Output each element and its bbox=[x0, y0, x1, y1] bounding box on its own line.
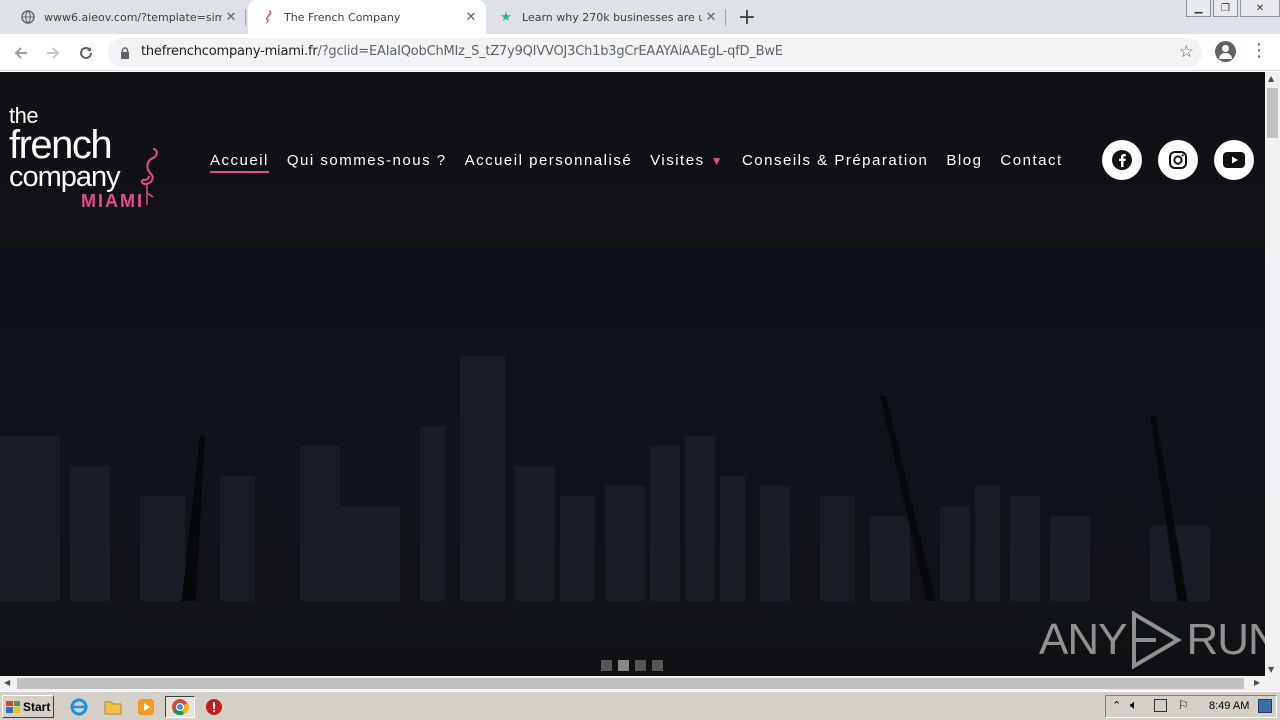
window-controls: ▁ ❐ ✕ bbox=[1184, 0, 1280, 17]
forward-button[interactable] bbox=[41, 41, 65, 65]
slider-dot[interactable] bbox=[635, 660, 646, 671]
windows-logo-icon bbox=[6, 700, 20, 713]
system-tray: ⌃ 🔈︎ ⚐ bbox=[1105, 695, 1277, 718]
nav-item-blog[interactable]: Blog bbox=[946, 152, 982, 173]
logo-word-company: company bbox=[9, 161, 121, 193]
globe-icon bbox=[20, 9, 36, 25]
tab-title: Learn why 270k businesses are using bbox=[522, 10, 702, 24]
tab-french-company[interactable]: The French Company ✕ bbox=[248, 0, 486, 34]
slider-dot[interactable] bbox=[652, 660, 663, 671]
close-tab-icon[interactable]: ✕ bbox=[222, 8, 240, 26]
tray-expand-icon[interactable]: ⌃ bbox=[1112, 699, 1121, 712]
close-window-button[interactable]: ✕ bbox=[1240, 0, 1280, 17]
watermark-text-right: RUN bbox=[1186, 615, 1265, 664]
tab-separator bbox=[245, 9, 246, 26]
browser-toolbar: thefrenchcompany-miami.fr/?gclid=EAIaIQo… bbox=[0, 34, 1280, 71]
action-center-flag-icon[interactable]: ⚐ bbox=[1178, 698, 1189, 712]
flamingo-logo-icon bbox=[140, 148, 158, 205]
tab-title: www6.aieov.com/?template=simple2 bbox=[44, 10, 222, 24]
nav-item-qui-sommes-nous[interactable]: Qui sommes-nous ? bbox=[287, 152, 447, 173]
youtube-icon[interactable] bbox=[1214, 140, 1254, 180]
scrollbar-thumb[interactable] bbox=[17, 678, 1244, 689]
tab-separator bbox=[725, 9, 726, 26]
browser-menu-icon[interactable]: ⋮ bbox=[1250, 40, 1268, 62]
arrow-right-icon bbox=[47, 47, 60, 59]
facebook-icon[interactable] bbox=[1102, 140, 1142, 180]
anyrun-watermark: ANY RUN bbox=[1039, 610, 1265, 670]
url-query: /?gclid=EAIaIQobChMIz_S_tZ7y9QIVVOJ3Ch1b… bbox=[317, 44, 783, 59]
nav-item-contact[interactable]: Contact bbox=[1000, 152, 1062, 173]
scrollbar-thumb[interactable] bbox=[1267, 88, 1278, 138]
url-host: thefrenchcompany-miami.fr bbox=[141, 44, 318, 59]
horizontal-scrollbar[interactable]: ◀ ▶ bbox=[0, 676, 1280, 691]
site-logo[interactable]: the french company MIAMI bbox=[9, 105, 158, 211]
media-player-icon[interactable] bbox=[135, 696, 157, 718]
chrome-icon[interactable] bbox=[165, 696, 195, 718]
restore-button[interactable]: ❐ bbox=[1213, 0, 1238, 17]
close-tab-icon[interactable]: ✕ bbox=[462, 8, 480, 26]
logo-word-french: french bbox=[9, 123, 113, 167]
network-icon[interactable] bbox=[1154, 699, 1167, 712]
reload-button[interactable] bbox=[74, 41, 98, 65]
star-icon: ★ bbox=[500, 9, 512, 25]
tab-270k-businesses[interactable]: ★ Learn why 270k businesses are using ✕ bbox=[488, 0, 726, 34]
website-viewport: the french company MIAMI Accueil Qui som… bbox=[0, 72, 1265, 676]
slider-dot[interactable] bbox=[601, 660, 612, 671]
volume-icon[interactable]: 🔈︎ bbox=[1130, 698, 1138, 713]
nav-item-accueil[interactable]: Accueil bbox=[210, 152, 269, 173]
instagram-icon[interactable] bbox=[1158, 140, 1198, 180]
stop-icon[interactable] bbox=[203, 696, 225, 718]
nav-item-label: Visites bbox=[650, 152, 705, 169]
scroll-right-arrow-icon[interactable]: ▶ bbox=[1254, 678, 1260, 687]
watermark-text-left: ANY bbox=[1039, 615, 1127, 664]
start-label: Start bbox=[23, 699, 51, 714]
scroll-left-arrow-icon[interactable]: ◀ bbox=[4, 678, 10, 687]
main-navigation: Accueil Qui sommes-nous ? Accueil person… bbox=[210, 152, 1081, 173]
minimize-button[interactable]: ▁ bbox=[1186, 0, 1211, 17]
scroll-down-arrow-icon[interactable]: ▼ bbox=[1268, 665, 1274, 674]
windows-taskbar: Start ⌃ 🔈︎ ⚐ 8:49 AM bbox=[0, 691, 1280, 720]
url-text: thefrenchcompany-miami.fr/?gclid=EAIaIQo… bbox=[141, 44, 783, 59]
arrow-left-icon bbox=[14, 47, 27, 59]
show-desktop-icon[interactable] bbox=[1258, 699, 1272, 713]
browser-tabstrip: www6.aieov.com/?template=simple2 ✕ The F… bbox=[0, 0, 1280, 34]
scroll-up-arrow-icon[interactable]: ▲ bbox=[1268, 74, 1274, 83]
start-button[interactable]: Start bbox=[2, 695, 54, 718]
site-header: the french company MIAMI Accueil Qui som… bbox=[0, 72, 1265, 247]
slider-pagination bbox=[601, 660, 669, 671]
flamingo-icon bbox=[260, 9, 276, 25]
ie-icon[interactable] bbox=[68, 696, 90, 718]
nav-item-visites[interactable]: Visites ▼ bbox=[650, 152, 724, 173]
vertical-scrollbar[interactable]: ▲ ▼ bbox=[1265, 72, 1280, 676]
nav-item-accueil-personnalise[interactable]: Accueil personnalisé bbox=[465, 152, 633, 173]
slider-dot-active[interactable] bbox=[618, 660, 629, 671]
nav-item-conseils[interactable]: Conseils & Préparation bbox=[742, 152, 928, 173]
lock-icon bbox=[120, 45, 130, 64]
address-bar[interactable]: thefrenchcompany-miami.fr/?gclid=EAIaIQo… bbox=[108, 38, 1202, 67]
play-logo-icon bbox=[1132, 610, 1183, 670]
bookmark-star-icon[interactable]: ☆ bbox=[1179, 42, 1194, 62]
reload-icon bbox=[80, 46, 92, 59]
taskbar-clock[interactable]: 8:49 AM bbox=[1209, 700, 1249, 712]
caret-down-icon: ▼ bbox=[710, 154, 724, 168]
tab-aieov[interactable]: www6.aieov.com/?template=simple2 ✕ bbox=[0, 0, 246, 34]
account-avatar-icon[interactable] bbox=[1215, 41, 1236, 62]
close-tab-icon[interactable]: ✕ bbox=[702, 8, 720, 26]
tab-title: The French Company bbox=[284, 10, 401, 24]
back-button[interactable] bbox=[9, 41, 33, 65]
logo-word-miami: MIAMI bbox=[81, 191, 144, 211]
new-tab-button[interactable]: + bbox=[736, 5, 758, 30]
explorer-folder-icon[interactable] bbox=[102, 696, 124, 718]
